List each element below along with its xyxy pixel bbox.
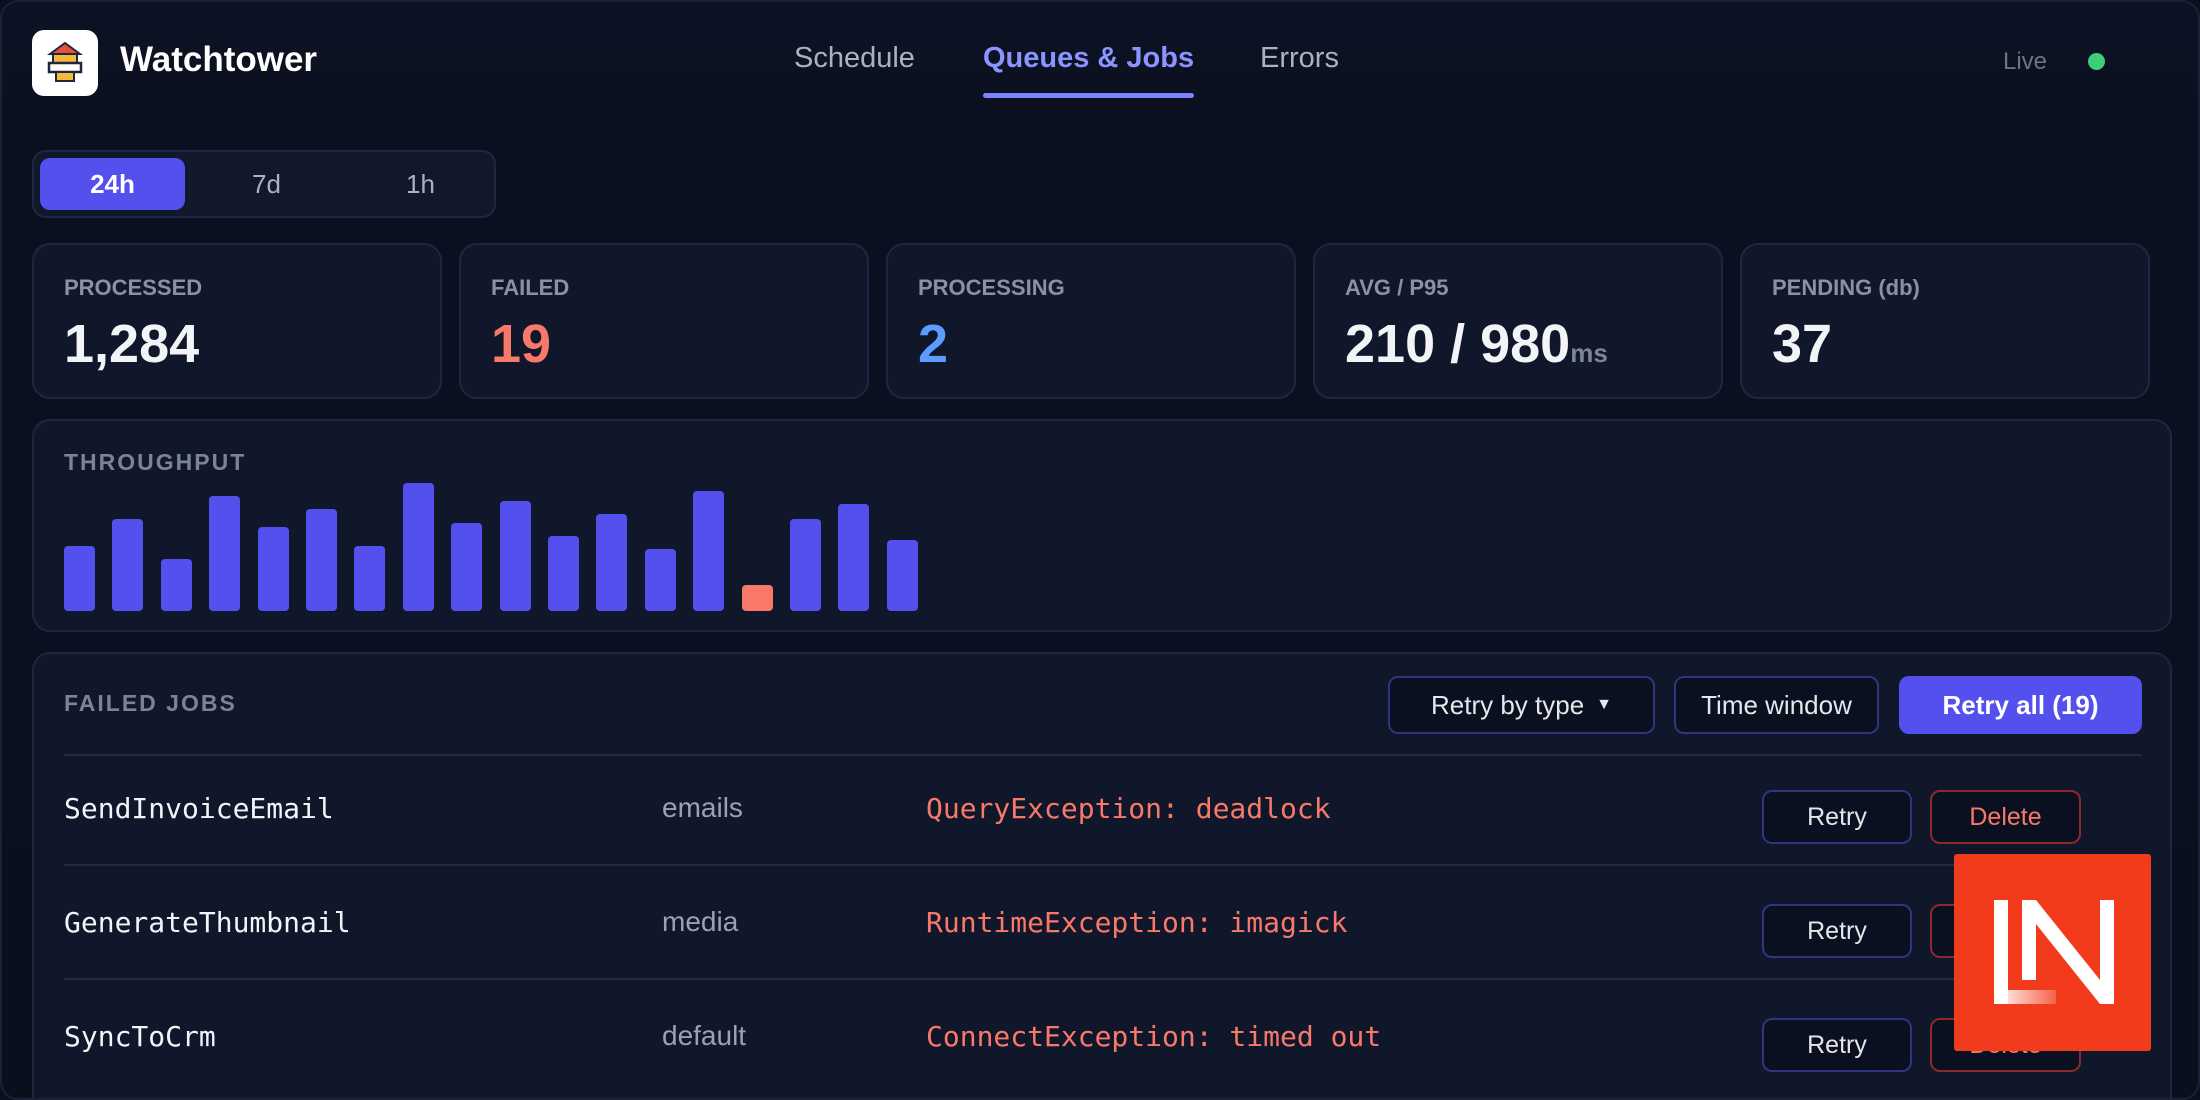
- retry-by-type-label: Retry by type: [1430, 689, 1585, 720]
- throughput-bar[interactable]: [548, 536, 579, 611]
- throughput-bar[interactable]: [258, 527, 289, 611]
- table-row: SendInvoiceEmail emails QueryException: …: [34, 756, 2170, 870]
- time-window-button[interactable]: Time window: [1674, 676, 1879, 734]
- failed-jobs-title: FAILED JOBS: [64, 690, 237, 716]
- retry-button[interactable]: Retry: [1762, 1018, 1912, 1072]
- throughput-bar[interactable]: [887, 540, 918, 611]
- time-range-7d[interactable]: 7d: [194, 158, 339, 210]
- stat-card-processed: PROCESSED 1,284: [32, 243, 442, 399]
- retry-by-type-dropdown[interactable]: Retry by type ▼: [1388, 676, 1655, 734]
- ln-logo-icon: [1993, 899, 2114, 1004]
- stat-value: 1,284: [64, 314, 200, 374]
- stat-label: PENDING (db): [1772, 275, 1920, 300]
- throughput-bar[interactable]: [354, 546, 385, 611]
- stat-label: AVG / P95: [1345, 275, 1449, 300]
- app-window: Watchtower Schedule Queues & Jobs Errors…: [0, 0, 2200, 1100]
- stat-value-number: 210 / 980: [1345, 314, 1571, 374]
- job-error: RuntimeException: imagick: [926, 906, 1348, 939]
- retry-all-button[interactable]: Retry all (19): [1899, 676, 2142, 734]
- stat-label: FAILED: [491, 275, 570, 300]
- throughput-bar[interactable]: [403, 483, 434, 611]
- throughput-bar[interactable]: [209, 496, 240, 611]
- throughput-bar[interactable]: [500, 501, 531, 611]
- job-error: ConnectException: timed out: [926, 1020, 1382, 1053]
- ln-watermark-logo: [1954, 854, 2151, 1051]
- throughput-bar[interactable]: [64, 546, 95, 611]
- job-error: QueryException: deadlock: [926, 792, 1331, 825]
- time-range-selector: 24h 7d 1h: [32, 150, 496, 218]
- time-range-24h[interactable]: 24h: [40, 158, 185, 210]
- throughput-bar[interactable]: [693, 491, 724, 611]
- nav-queues-jobs[interactable]: Queues & Jobs: [983, 42, 1194, 75]
- divider: [64, 978, 2142, 980]
- throughput-bar[interactable]: [596, 514, 627, 611]
- delete-button[interactable]: Delete: [1930, 790, 2081, 844]
- job-queue: default: [662, 1020, 747, 1051]
- throughput-bar[interactable]: [306, 509, 337, 611]
- stat-label: PROCESSING: [918, 275, 1065, 300]
- table-row: SyncToCrm default ConnectException: time…: [34, 984, 2170, 1098]
- divider: [64, 864, 2142, 866]
- chevron-down-icon: ▼: [1596, 696, 1612, 713]
- job-queue: emails: [662, 792, 743, 823]
- table-row: GenerateThumbnail media RuntimeException…: [34, 870, 2170, 984]
- main-nav: Schedule Queues & Jobs Errors: [2, 42, 2198, 102]
- stat-card-failed: FAILED 19: [459, 243, 869, 399]
- live-status-label: Live: [2003, 48, 2048, 75]
- stat-card-pending: PENDING (db) 37: [1740, 243, 2150, 399]
- throughput-bar[interactable]: [645, 549, 676, 611]
- job-queue: media: [662, 906, 739, 937]
- live-status-dot: [2088, 53, 2105, 70]
- throughput-panel: THROUGHPUT: [32, 419, 2172, 632]
- stat-value: 19: [491, 314, 552, 374]
- throughput-bar[interactable]: [161, 559, 192, 611]
- failed-jobs-panel: FAILED JOBS Retry by type ▼ Time window …: [32, 652, 2172, 1098]
- stat-value: 37: [1772, 314, 1833, 374]
- retry-button[interactable]: Retry: [1762, 790, 1912, 844]
- throughput-bar[interactable]: [112, 519, 143, 611]
- retry-button[interactable]: Retry: [1762, 904, 1912, 958]
- stat-card-latency: AVG / P95 210 / 980ms: [1313, 243, 1723, 399]
- throughput-bar[interactable]: [838, 504, 869, 611]
- job-name: GenerateThumbnail: [64, 906, 351, 939]
- throughput-chart: [34, 421, 2170, 630]
- stat-value: 2: [918, 314, 949, 374]
- time-range-1h[interactable]: 1h: [348, 158, 493, 210]
- nav-errors[interactable]: Errors: [1260, 42, 1339, 75]
- stat-value: 210 / 980ms: [1345, 313, 1608, 375]
- top-bar: Watchtower Schedule Queues & Jobs Errors…: [2, 2, 2198, 126]
- throughput-bar-failed[interactable]: [742, 585, 773, 611]
- throughput-bar[interactable]: [451, 523, 482, 611]
- stat-value-unit: ms: [1570, 338, 1608, 368]
- nav-schedule[interactable]: Schedule: [794, 42, 915, 75]
- nav-active-indicator: [983, 93, 1194, 98]
- job-name: SyncToCrm: [64, 1020, 216, 1053]
- stat-card-processing: PROCESSING 2: [886, 243, 1296, 399]
- stat-label: PROCESSED: [64, 275, 203, 300]
- job-name: SendInvoiceEmail: [64, 792, 334, 825]
- throughput-bar[interactable]: [790, 519, 821, 611]
